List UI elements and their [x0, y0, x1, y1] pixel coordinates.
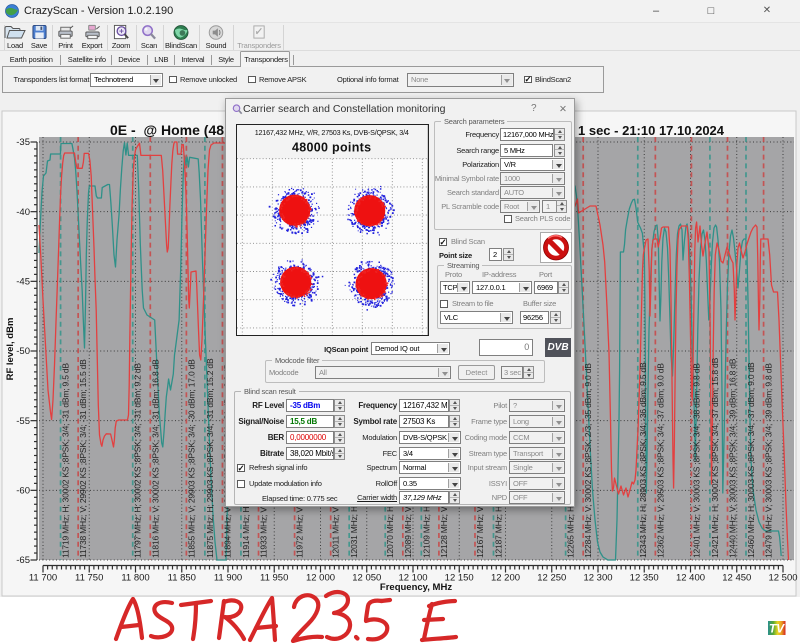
svg-text:11797 MHz; H; 30002 KS ;8PSK;: 11797 MHz; H; 30002 KS ;8PSK; 3/4; -31 d…	[133, 363, 143, 558]
svg-text:12421 MHz; H; 30002 KS ;8PSK;: 12421 MHz; H; 30002 KS ;8PSK; 3/4; -37 d…	[710, 357, 720, 558]
svg-text:12 300: 12 300	[583, 573, 612, 584]
svg-text:12 000: 12 000	[306, 573, 335, 584]
svg-text:11 900: 11 900	[214, 573, 242, 584]
svg-text:12167,432 MHz, V/R, 27503 Ks,: 12167,432 MHz, V/R, 27503 Ks, DVB-S/QPSK…	[254, 128, 408, 137]
svg-text:-60: -60	[16, 486, 30, 497]
svg-text:11855 MHz; V; 29903 KS ;8PSK;: 11855 MHz; V; 29903 KS ;8PSK; 3/4; -30 d…	[186, 359, 196, 558]
svg-text:48000 points: 48000 points	[292, 140, 371, 154]
svg-text:-40: -40	[16, 207, 30, 218]
svg-text:-45: -45	[16, 277, 30, 288]
svg-text:12479 MHz; V; 30003 KS ;8PSK;: 12479 MHz; V; 30003 KS ;8PSK; 3/4; -39 d…	[764, 363, 774, 558]
svg-text:11875 MHz; H; 29903 KS ;8PSK;: 11875 MHz; H; 29903 KS ;8PSK; 3/4; -31 d…	[205, 358, 215, 558]
svg-text:12284 MHz; V; 30002 KS ;8PSK;: 12284 MHz; V; 30002 KS ;8PSK; 2/3; -35 d…	[583, 363, 593, 558]
svg-text:12440 MHz; V; 30003 KS ;8PSK;: 12440 MHz; V; 30003 KS ;8PSK; 3/4; -39 d…	[728, 358, 738, 558]
svg-text:11 750: 11 750	[75, 573, 103, 584]
svg-text:12 200: 12 200	[491, 573, 520, 584]
svg-text:11738 MHz; V; 29902 KS ;8PSK;: 11738 MHz; V; 29902 KS ;8PSK; 3/4; -31 d…	[78, 359, 88, 558]
svg-text:12 250: 12 250	[537, 573, 566, 584]
svg-text:1 sec - 21:10 17.10.2024: 1 sec - 21:10 17.10.2024	[578, 123, 725, 138]
svg-text:12460 MHz; H; 30003 KS ;8PSK;: 12460 MHz; H; 30003 KS ;8PSK; 3/4; -37 d…	[746, 362, 756, 558]
svg-text:11719 MHz; H; 30002 KS ;8PSK;: 11719 MHz; H; 30002 KS ;8PSK; 3/4; -31 d…	[61, 363, 71, 558]
svg-text:12362 MHz; V; 29503 KS ;8PSK;: 12362 MHz; V; 29503 KS ;8PSK; 3/4; -37 d…	[655, 363, 665, 558]
svg-text:-50: -50	[16, 346, 30, 357]
svg-text:11 700: 11 700	[29, 573, 57, 584]
svg-text:-65: -65	[16, 555, 30, 566]
svg-text:12 450: 12 450	[722, 573, 751, 584]
svg-text:12343 MHz; H; 28903 KS ;8PSK;: 12343 MHz; H; 28903 KS ;8PSK; 3/4; -36 d…	[638, 362, 648, 558]
svg-text:11 800: 11 800	[121, 573, 149, 584]
svg-text:RF level, dBm: RF level, dBm	[5, 318, 16, 381]
svg-text:-55: -55	[16, 416, 30, 427]
svg-text:11816 MHz; V; 30002 KS ;8PSK;: 11816 MHz; V; 30002 KS ;8PSK; 3/4; -31 d…	[150, 359, 160, 558]
svg-text:Frequency, MHz: Frequency, MHz	[380, 582, 452, 593]
svg-text:12401 MHz; V; 30003 KS ;8PSK;: 12401 MHz; V; 30003 KS ;8PSK; 3/4; -38 d…	[691, 363, 701, 558]
svg-text:12 500: 12 500	[768, 573, 797, 584]
svg-text:11 950: 11 950	[260, 573, 288, 584]
svg-text:-35: -35	[16, 137, 30, 148]
svg-text:12 350: 12 350	[630, 573, 659, 584]
svg-text:12 400: 12 400	[676, 573, 705, 584]
svg-text:11 850: 11 850	[168, 573, 196, 584]
svg-text:12 050: 12 050	[352, 573, 381, 584]
